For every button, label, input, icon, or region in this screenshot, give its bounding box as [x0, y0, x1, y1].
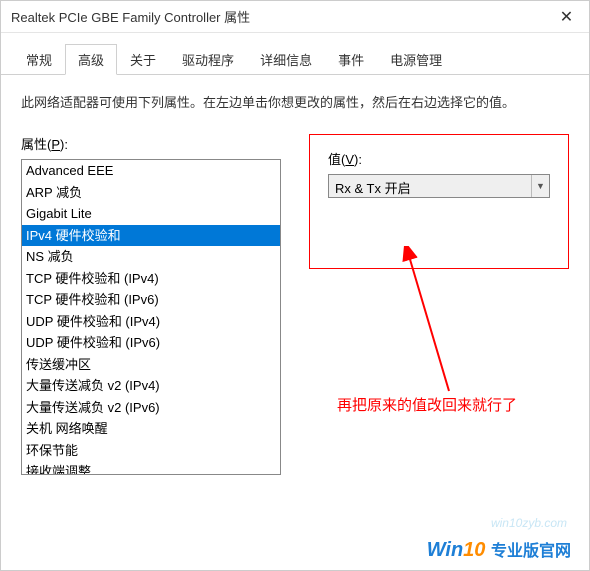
list-item[interactable]: TCP 硬件校验和 (IPv6) [22, 289, 280, 311]
close-icon: ✕ [560, 7, 573, 27]
list-item[interactable]: Gigabit Lite [22, 203, 280, 225]
list-item[interactable]: 传送缓冲区 [22, 354, 280, 376]
tab-power[interactable]: 电源管理 [377, 44, 455, 75]
tab-advanced[interactable]: 高级 [65, 44, 117, 75]
annotation-text: 再把原来的值改回来就行了 [337, 394, 517, 415]
list-item[interactable]: UDP 硬件校验和 (IPv4) [22, 311, 280, 333]
tab-driver[interactable]: 驱动程序 [169, 44, 247, 75]
list-item[interactable]: TCP 硬件校验和 (IPv4) [22, 268, 280, 290]
list-item[interactable]: Advanced EEE [22, 160, 280, 182]
list-item[interactable]: 大量传送减负 v2 (IPv4) [22, 375, 280, 397]
list-item[interactable]: IPv4 硬件校验和 [22, 225, 280, 247]
value-highlight-box: 值(V): Rx & Tx 开启 ▼ [309, 134, 569, 269]
value-selected: Rx & Tx 开启 [329, 175, 531, 197]
content-area: 此网络适配器可使用下列属性。在左边单击你想更改的属性，然后在右边选择它的值。 属… [1, 75, 589, 485]
annotation-arrow-icon [399, 246, 539, 406]
close-button[interactable]: ✕ [544, 1, 589, 32]
property-listbox[interactable]: Advanced EEEARP 减负Gigabit LiteIPv4 硬件校验和… [21, 159, 281, 475]
list-item[interactable]: 关机 网络唤醒 [22, 418, 280, 440]
list-item[interactable]: UDP 硬件校验和 (IPv6) [22, 332, 280, 354]
description-text: 此网络适配器可使用下列属性。在左边单击你想更改的属性，然后在右边选择它的值。 [21, 91, 569, 114]
value-label: 值(V): [328, 149, 550, 168]
watermark-brand: Win10 专业版官网 [427, 537, 571, 562]
list-item[interactable]: 大量传送减负 v2 (IPv6) [22, 397, 280, 419]
window-title: Realtek PCIe GBE Family Controller 属性 [11, 7, 544, 26]
tab-details[interactable]: 详细信息 [247, 44, 325, 75]
chevron-down-icon: ▼ [531, 175, 549, 197]
list-item[interactable]: ARP 减负 [22, 182, 280, 204]
property-label: 属性(P): [21, 134, 281, 153]
value-dropdown[interactable]: Rx & Tx 开启 ▼ [328, 174, 550, 198]
list-item[interactable]: NS 减负 [22, 246, 280, 268]
tab-general[interactable]: 常规 [13, 44, 65, 75]
list-item[interactable]: 环保节能 [22, 440, 280, 462]
tab-strip: 常规 高级 关于 驱动程序 详细信息 事件 电源管理 [1, 33, 589, 75]
list-item[interactable]: 接收端调整 [22, 461, 280, 475]
tab-events[interactable]: 事件 [325, 44, 377, 75]
titlebar: Realtek PCIe GBE Family Controller 属性 ✕ [1, 1, 589, 33]
tab-about[interactable]: 关于 [117, 44, 169, 75]
watermark-url: win10zyb.com [491, 516, 567, 530]
